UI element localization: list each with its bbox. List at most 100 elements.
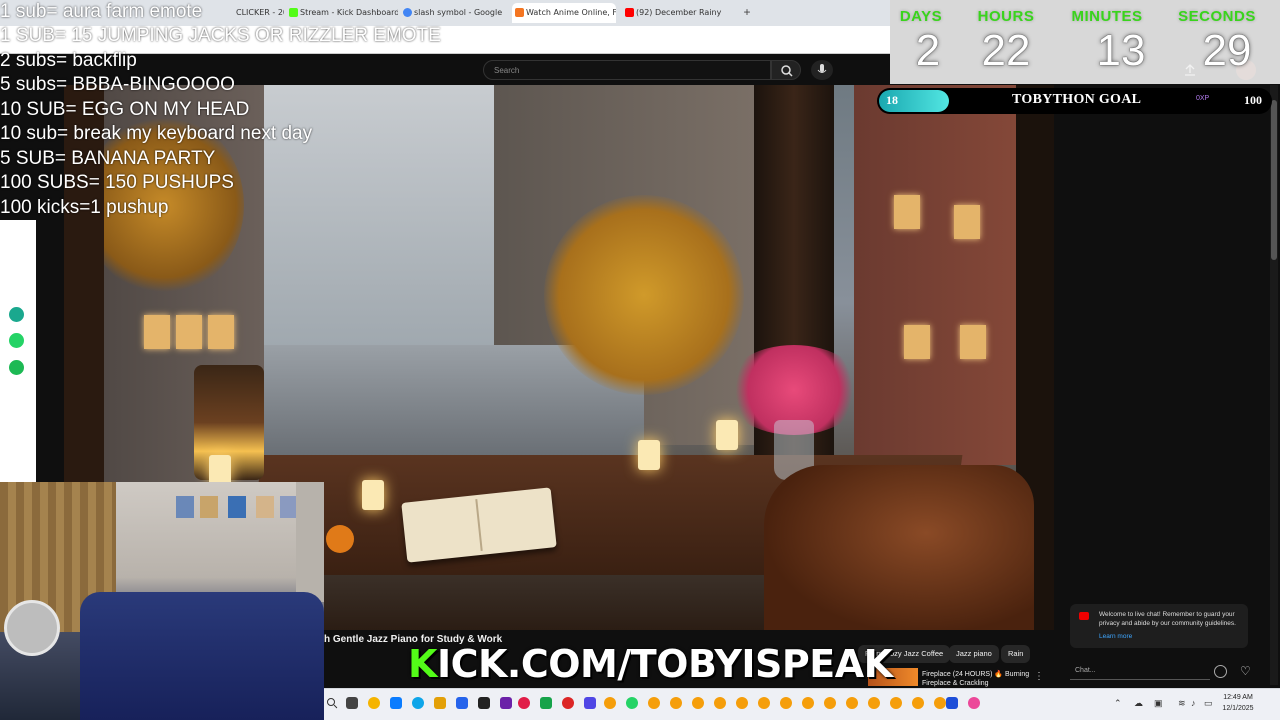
whatsapp-icon[interactable] <box>9 333 24 348</box>
edge-icon[interactable] <box>412 697 424 709</box>
chrome-icon[interactable] <box>692 697 704 709</box>
browser-tab[interactable]: Watch Anime Online, Free <box>512 3 616 23</box>
search-icon <box>781 65 793 77</box>
browser-tab[interactable]: (92) December Rainy <box>622 3 734 23</box>
scrollbar-thumb[interactable] <box>1271 100 1277 260</box>
chrome-icon[interactable] <box>648 697 660 709</box>
search-icon[interactable] <box>326 697 338 709</box>
app-icon[interactable] <box>562 697 574 709</box>
chip-jazz-piano[interactable]: Jazz piano <box>949 645 999 663</box>
task-view-icon[interactable] <box>346 697 358 709</box>
lit-window <box>954 205 980 239</box>
google-icon <box>403 8 412 17</box>
chrome-icon[interactable] <box>824 697 836 709</box>
tab-label: (92) December Rainy <box>636 8 722 17</box>
sub-goal-line: 10 SUB= EGG ON MY HEAD <box>0 99 250 120</box>
chrome-icon[interactable] <box>802 697 814 709</box>
tab-label: Stream - Kick Dashboard <box>300 8 398 17</box>
video-tree <box>544 195 744 395</box>
timer-value-minutes: 13 <box>1096 26 1146 75</box>
onedrive-icon[interactable]: ☁ <box>1134 698 1143 709</box>
new-tab-button[interactable]: + <box>740 5 754 19</box>
chrome-icon[interactable] <box>758 697 770 709</box>
timer-label-seconds: SECONDS <box>1178 8 1256 25</box>
chatgpt-icon[interactable] <box>9 307 24 322</box>
browser-tab[interactable]: slash symbol - Google Se <box>400 3 504 23</box>
cam-fan <box>4 600 60 656</box>
kick-banner-prefix: K <box>408 642 437 686</box>
sub-goal-line: 100 kicks=1 pushup <box>0 197 169 218</box>
goal-title: TOBYTHON GOAL <box>1012 92 1142 107</box>
volume-icon[interactable]: ♪ <box>1191 698 1196 708</box>
discord-icon[interactable] <box>584 697 596 709</box>
cam-poster <box>228 496 246 518</box>
webcam-feed <box>0 482 324 720</box>
youtube-icon <box>1079 612 1089 620</box>
chat-input[interactable]: Chat... <box>1070 662 1210 680</box>
clock-date[interactable]: 12/1/2025 <box>1218 705 1258 712</box>
more-options-icon[interactable]: ⋮ <box>1034 671 1044 682</box>
browser-tab[interactable]: CLICKER - 202 <box>222 3 284 23</box>
tray-app-icon[interactable]: ▣ <box>1154 698 1163 709</box>
tab-label: Watch Anime Online, Free <box>526 8 616 17</box>
chrome-icon[interactable] <box>368 697 380 709</box>
app-icon[interactable] <box>456 697 468 709</box>
timer-label-hours: HOURS <box>977 8 1035 25</box>
app-icon[interactable] <box>500 697 512 709</box>
cam-door <box>296 482 324 602</box>
chrome-icon[interactable] <box>912 697 924 709</box>
chrome-icon[interactable] <box>846 697 858 709</box>
whatsapp-icon[interactable] <box>626 697 638 709</box>
chat-notice-text: Welcome to live chat! Remember to guard … <box>1099 611 1236 627</box>
search-input[interactable]: Search <box>483 60 771 80</box>
goal-target: 100 <box>1244 93 1262 107</box>
live-chat-panel <box>1056 85 1268 685</box>
browser-tab[interactable]: Stream - Kick Dashboard <box>286 3 398 23</box>
cam-poster <box>256 496 274 518</box>
related-video-title[interactable]: Fireplace (24 HOURS) 🔥 Burning Fireplace… <box>922 670 1034 688</box>
lit-window <box>176 315 202 349</box>
chrome-icon[interactable] <box>736 697 748 709</box>
chip-rain[interactable]: Rain <box>1001 645 1031 663</box>
kick-channel-banner: KICK.COM/TOBYISPEAK <box>408 642 893 686</box>
tray-chevron-icon[interactable]: ⌃ <box>1114 698 1122 709</box>
voice-search-button[interactable] <box>811 60 833 80</box>
terminal-icon[interactable] <box>478 697 490 709</box>
search-button[interactable] <box>771 60 801 80</box>
timer-label-minutes: MINUTES <box>1071 8 1143 25</box>
app-icon[interactable] <box>946 697 958 709</box>
tab-label: CLICKER - 202 <box>236 8 284 17</box>
sub-goal-line: 1 SUB= 15 JUMPING JACKS OR RIZZLER EMOTE <box>0 25 441 46</box>
candle <box>638 440 660 470</box>
cam-poster <box>200 496 218 518</box>
sub-goal-line: 2 subs= backflip <box>0 50 137 71</box>
wifi-icon[interactable]: ≋ <box>1178 698 1186 709</box>
goal-current: 18 <box>886 93 898 107</box>
learn-more-link[interactable]: Learn more <box>1099 633 1132 640</box>
chrome-icon[interactable] <box>934 697 946 709</box>
app-icon[interactable] <box>540 697 552 709</box>
sub-goal-line: 10 sub= break my keyboard next day <box>0 123 313 144</box>
candle <box>209 455 231 485</box>
lit-window <box>208 315 234 349</box>
battery-icon[interactable]: ▭ <box>1204 698 1213 709</box>
app-icon[interactable] <box>968 697 980 709</box>
chrome-icon[interactable] <box>890 697 902 709</box>
app-icon[interactable] <box>390 697 402 709</box>
timer-value-hours: 22 <box>981 26 1031 75</box>
chrome-icon[interactable] <box>714 697 726 709</box>
emoji-icon[interactable] <box>1214 665 1227 678</box>
file-explorer-icon[interactable] <box>434 697 446 709</box>
chrome-icon[interactable] <box>868 697 880 709</box>
sub-goal-line: 5 subs= BBBA-BINGOOOO <box>0 74 235 95</box>
heart-icon[interactable]: ♡ <box>1240 664 1251 678</box>
chrome-icon[interactable] <box>670 697 682 709</box>
left-app-strip <box>0 220 36 482</box>
goal-xp: 0XP <box>1196 95 1210 102</box>
spotify-icon[interactable] <box>9 360 24 375</box>
obs-icon[interactable] <box>518 697 530 709</box>
chrome-icon[interactable] <box>780 697 792 709</box>
clock-time[interactable]: 12:49 AM <box>1218 694 1258 701</box>
cam-bed <box>80 592 324 720</box>
chrome-icon[interactable] <box>604 697 616 709</box>
